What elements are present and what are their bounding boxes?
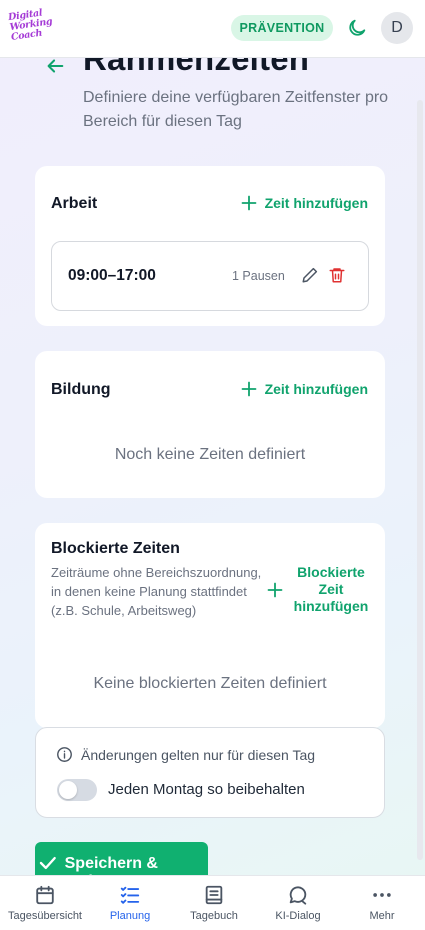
add-time-button-arbeit[interactable]: Zeit hinzufügen: [241, 195, 368, 211]
app-logo[interactable]: Digital Working Coach: [8, 7, 57, 49]
add-blocked-time-label: Blockierte Zeit hinzufügen: [293, 564, 369, 614]
chat-icon: [289, 886, 307, 905]
plus-icon: [241, 381, 256, 397]
moon-icon[interactable]: [346, 17, 368, 39]
nav-label: Tagesübersicht: [8, 910, 82, 922]
info-icon: [57, 747, 72, 762]
section-title-blockiert: Blockierte Zeiten: [51, 540, 180, 557]
trash-icon[interactable]: [328, 266, 346, 284]
list-check-icon: [120, 886, 140, 904]
empty-state-blockiert: Keine blockierten Zeiten definiert: [93, 675, 327, 692]
nav-label: Mehr: [369, 910, 395, 922]
section-title-arbeit: Arbeit: [51, 195, 98, 212]
nav-item-ki-dialog[interactable]: KI-Dialog: [258, 876, 338, 930]
info-card: Änderungen gelten nur für diesen Tag Jed…: [35, 727, 385, 818]
keep-monday-toggle[interactable]: [57, 779, 97, 801]
page-subtitle: Definiere deine verfügbaren Zeitfenster …: [83, 89, 389, 130]
add-blocked-time-button[interactable]: Blockierte Zeit hinzufügen: [267, 564, 377, 615]
nav-item-tagebuch[interactable]: Tagebuch: [173, 876, 255, 930]
checkmark-icon: [39, 856, 56, 870]
nav-item-tagesuebersicht[interactable]: Tagesübersicht: [0, 876, 90, 930]
toggle-knob: [59, 781, 77, 799]
section-card-blockiert: Blockierte Zeiten Zeiträume ohne Bereich…: [35, 523, 385, 728]
nav-label: KI-Dialog: [275, 910, 321, 922]
info-notice: Änderungen gelten nur für diesen Tag: [56, 746, 315, 763]
book-icon: [205, 885, 223, 905]
back-arrow-icon[interactable]: [44, 55, 66, 77]
calendar-icon: [36, 885, 54, 905]
nav-item-mehr[interactable]: Mehr: [342, 876, 422, 930]
bottom-nav: Tagesübersicht Planung Tagebuch KI-Dialo…: [0, 875, 425, 930]
plus-icon: [241, 195, 256, 211]
nav-item-planung[interactable]: Planung: [90, 876, 170, 930]
edit-pencil-icon[interactable]: [301, 266, 319, 284]
slot-pauses: 1 Pausen: [232, 269, 285, 283]
plus-icon: [267, 582, 283, 597]
empty-state-bildung: Noch keine Zeiten definiert: [114, 446, 306, 463]
more-icon: [373, 893, 391, 897]
nav-label: Tagebuch: [190, 910, 238, 922]
section-description-blockiert: Zeiträume ohne Bereichszuordnung, in den…: [51, 565, 262, 618]
scrollbar[interactable]: [417, 100, 423, 860]
time-slot[interactable]: 09:00–17:00 1 Pausen: [51, 241, 369, 311]
add-time-label: Zeit hinzufügen: [264, 381, 368, 397]
mode-badge: PRÄVENTION: [231, 15, 333, 41]
add-time-button-bildung[interactable]: Zeit hinzufügen: [241, 381, 368, 397]
section-title-bildung: Bildung: [51, 381, 111, 398]
add-time-label: Zeit hinzufügen: [264, 195, 368, 211]
toggle-label: Jeden Montag so beibehalten: [108, 781, 305, 798]
nav-label: Planung: [109, 910, 151, 922]
section-card-bildung: Bildung Zeit hinzufügen Noch keine Zeite…: [35, 351, 385, 498]
slot-time: 09:00–17:00: [68, 267, 156, 284]
avatar[interactable]: D: [381, 12, 413, 44]
info-notice-text: Änderungen gelten nur für diesen Tag: [81, 746, 316, 763]
section-card-arbeit: Arbeit Zeit hinzufügen 09:00–17:00 1 Pau…: [35, 166, 385, 326]
app-header: Digital Working Coach PRÄVENTION D: [0, 0, 425, 58]
